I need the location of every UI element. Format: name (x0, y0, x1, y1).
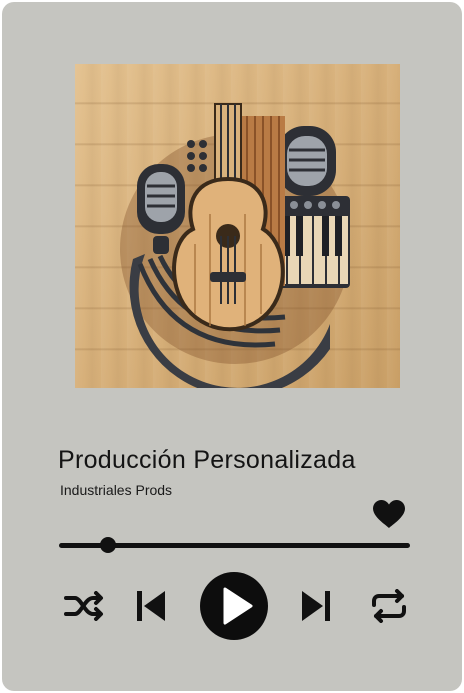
repeat-icon[interactable] (369, 589, 409, 623)
track-artist: Industriales Prods (60, 482, 173, 498)
skip-previous-icon[interactable] (136, 589, 168, 623)
play-button[interactable] (200, 572, 268, 640)
heart-icon[interactable] (372, 499, 406, 529)
track-title: Producción Personalizada (58, 446, 356, 474)
music-player-card: Producción Personalizada Industriales Pr… (2, 2, 462, 691)
guitar-piano-microphone-artwork-icon (120, 103, 350, 388)
shuffle-icon[interactable] (63, 591, 107, 621)
album-cover (75, 64, 400, 388)
progress-handle[interactable] (100, 537, 117, 553)
skip-next-icon[interactable] (299, 589, 331, 623)
play-icon (223, 587, 253, 625)
